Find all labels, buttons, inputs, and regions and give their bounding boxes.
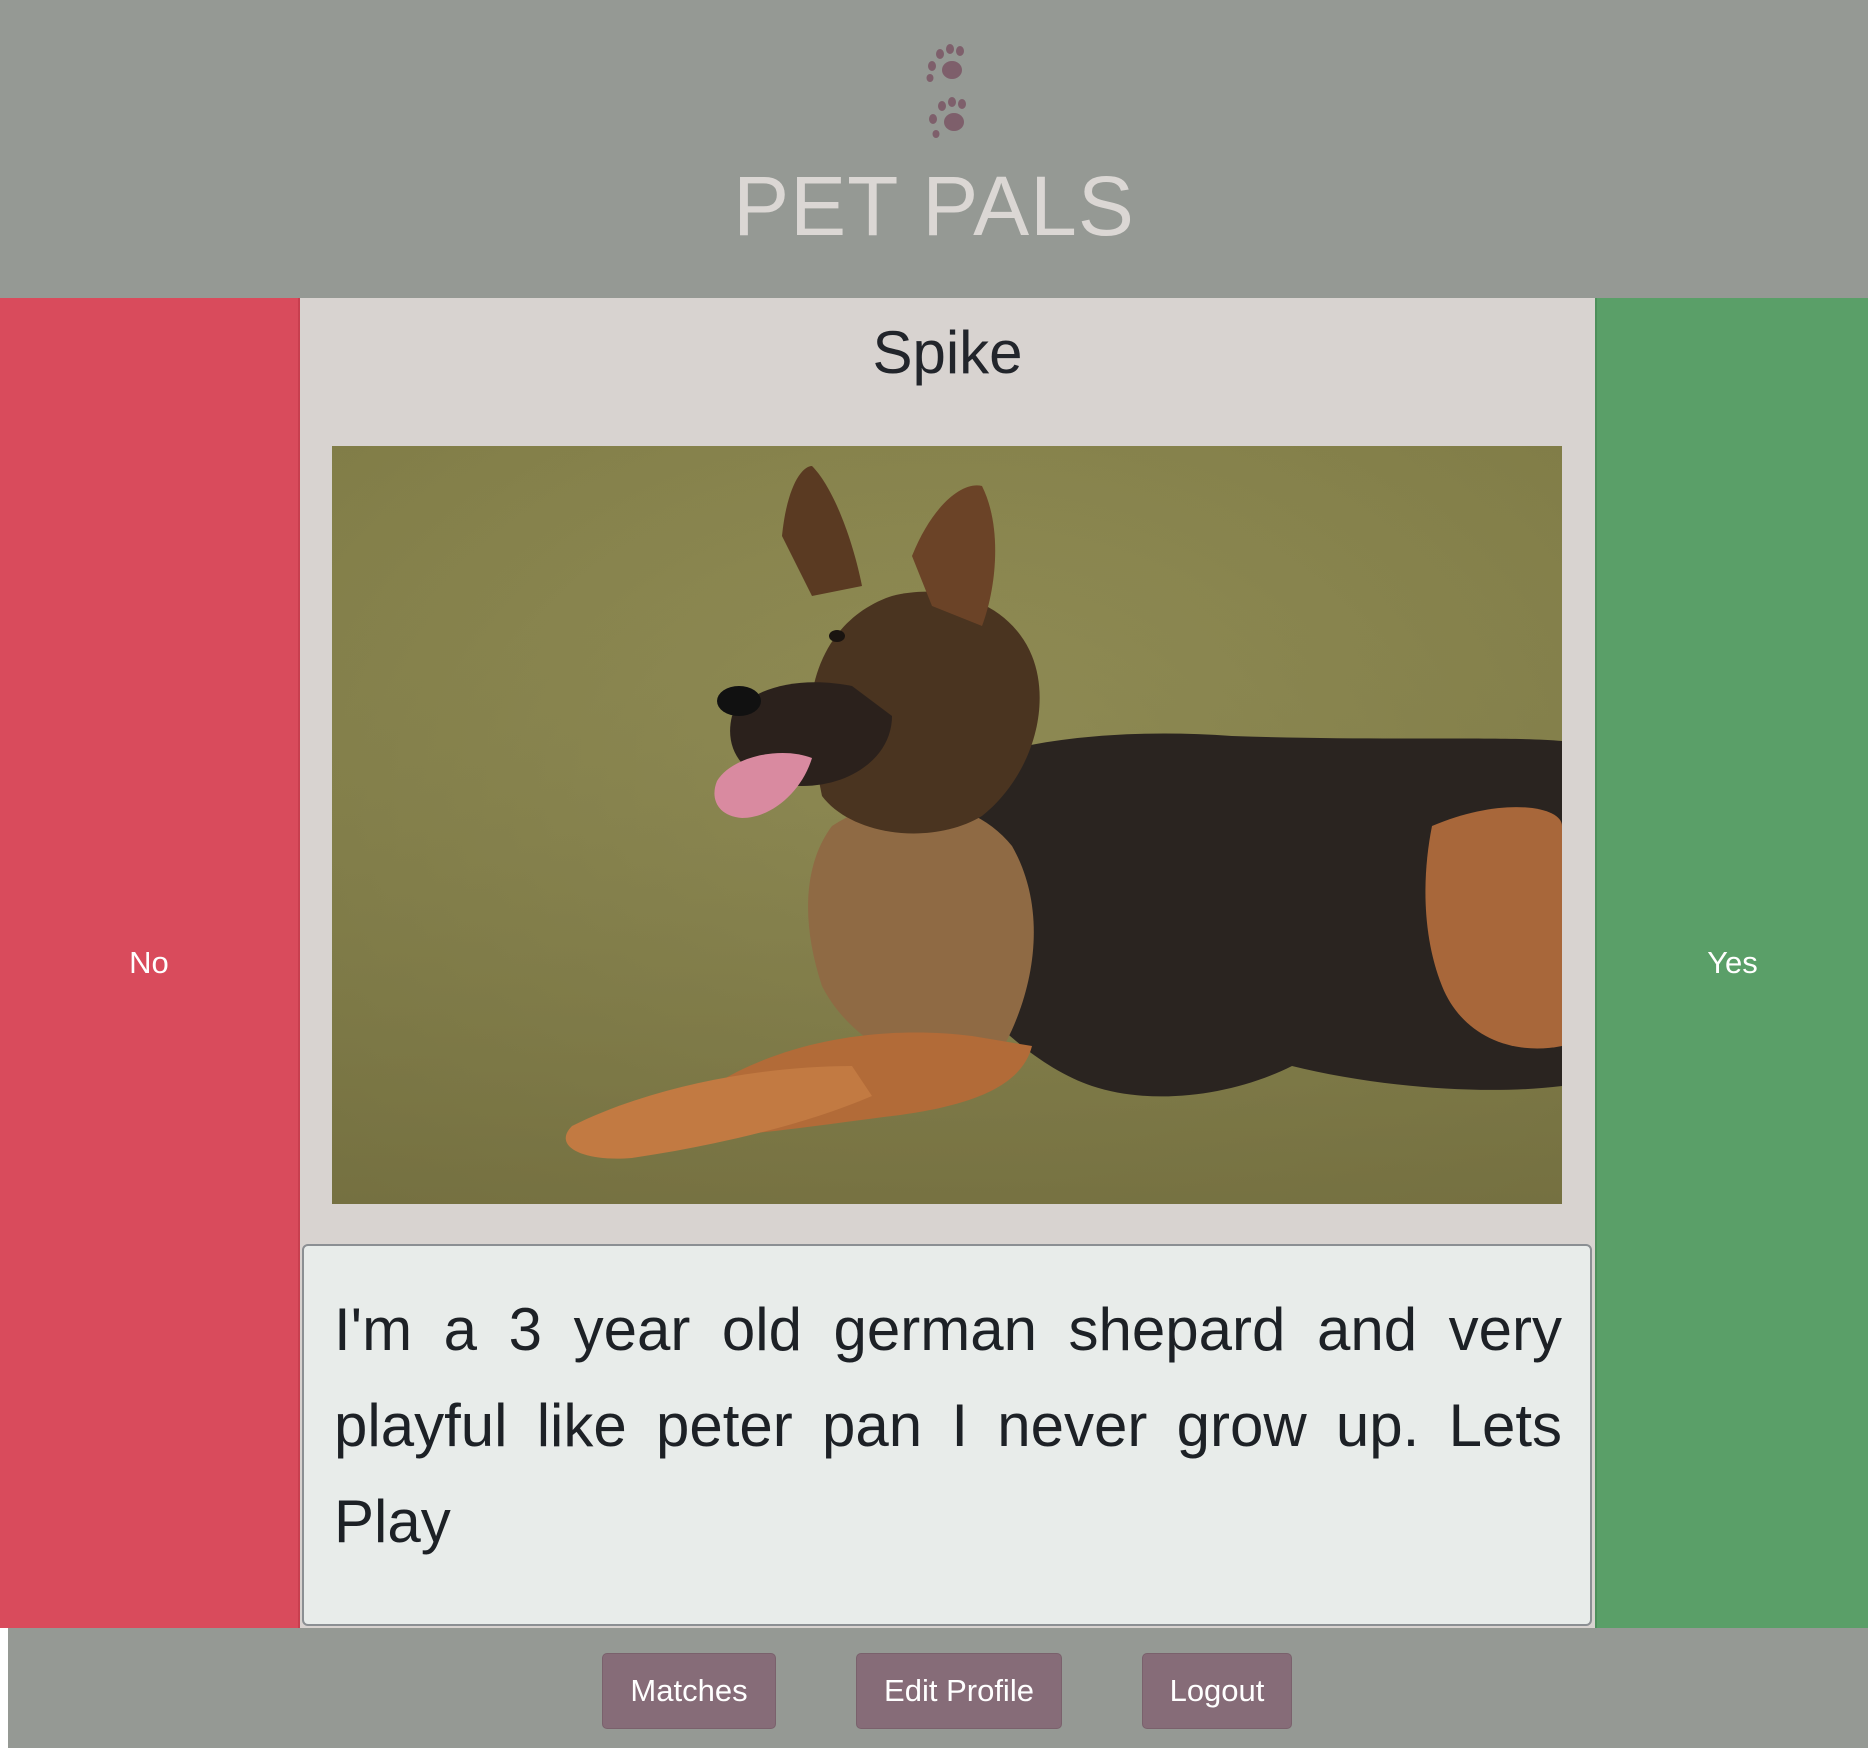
brand-title: PET PALS: [733, 159, 1135, 253]
bio-text: I'm a 3 year old german shepard and very…: [334, 1296, 1562, 1555]
matches-button[interactable]: Matches: [602, 1653, 776, 1729]
pet-name: Spike: [872, 319, 1023, 386]
yes-label: Yes: [1707, 945, 1758, 980]
dog-illustration: [332, 446, 1562, 1204]
profile-card: Spike I'm a 3 year old german shepard an…: [300, 298, 1595, 1628]
no-button[interactable]: No: [0, 298, 300, 1628]
app-page: PET PALS No Spike I'm a 3 year old germa…: [0, 0, 1868, 1748]
yes-button[interactable]: Yes: [1595, 298, 1868, 1628]
paw-prints-icon: [926, 44, 966, 138]
app-header: PET PALS: [0, 0, 1868, 298]
logout-button[interactable]: Logout: [1142, 1653, 1292, 1729]
footer-nav: Matches Edit Profile Logout: [8, 1628, 1868, 1748]
edit-profile-button[interactable]: Edit Profile: [856, 1653, 1062, 1729]
dog-photo: [332, 446, 1562, 1204]
bio-box: I'm a 3 year old german shepard and very…: [302, 1244, 1592, 1626]
no-label: No: [129, 945, 169, 980]
